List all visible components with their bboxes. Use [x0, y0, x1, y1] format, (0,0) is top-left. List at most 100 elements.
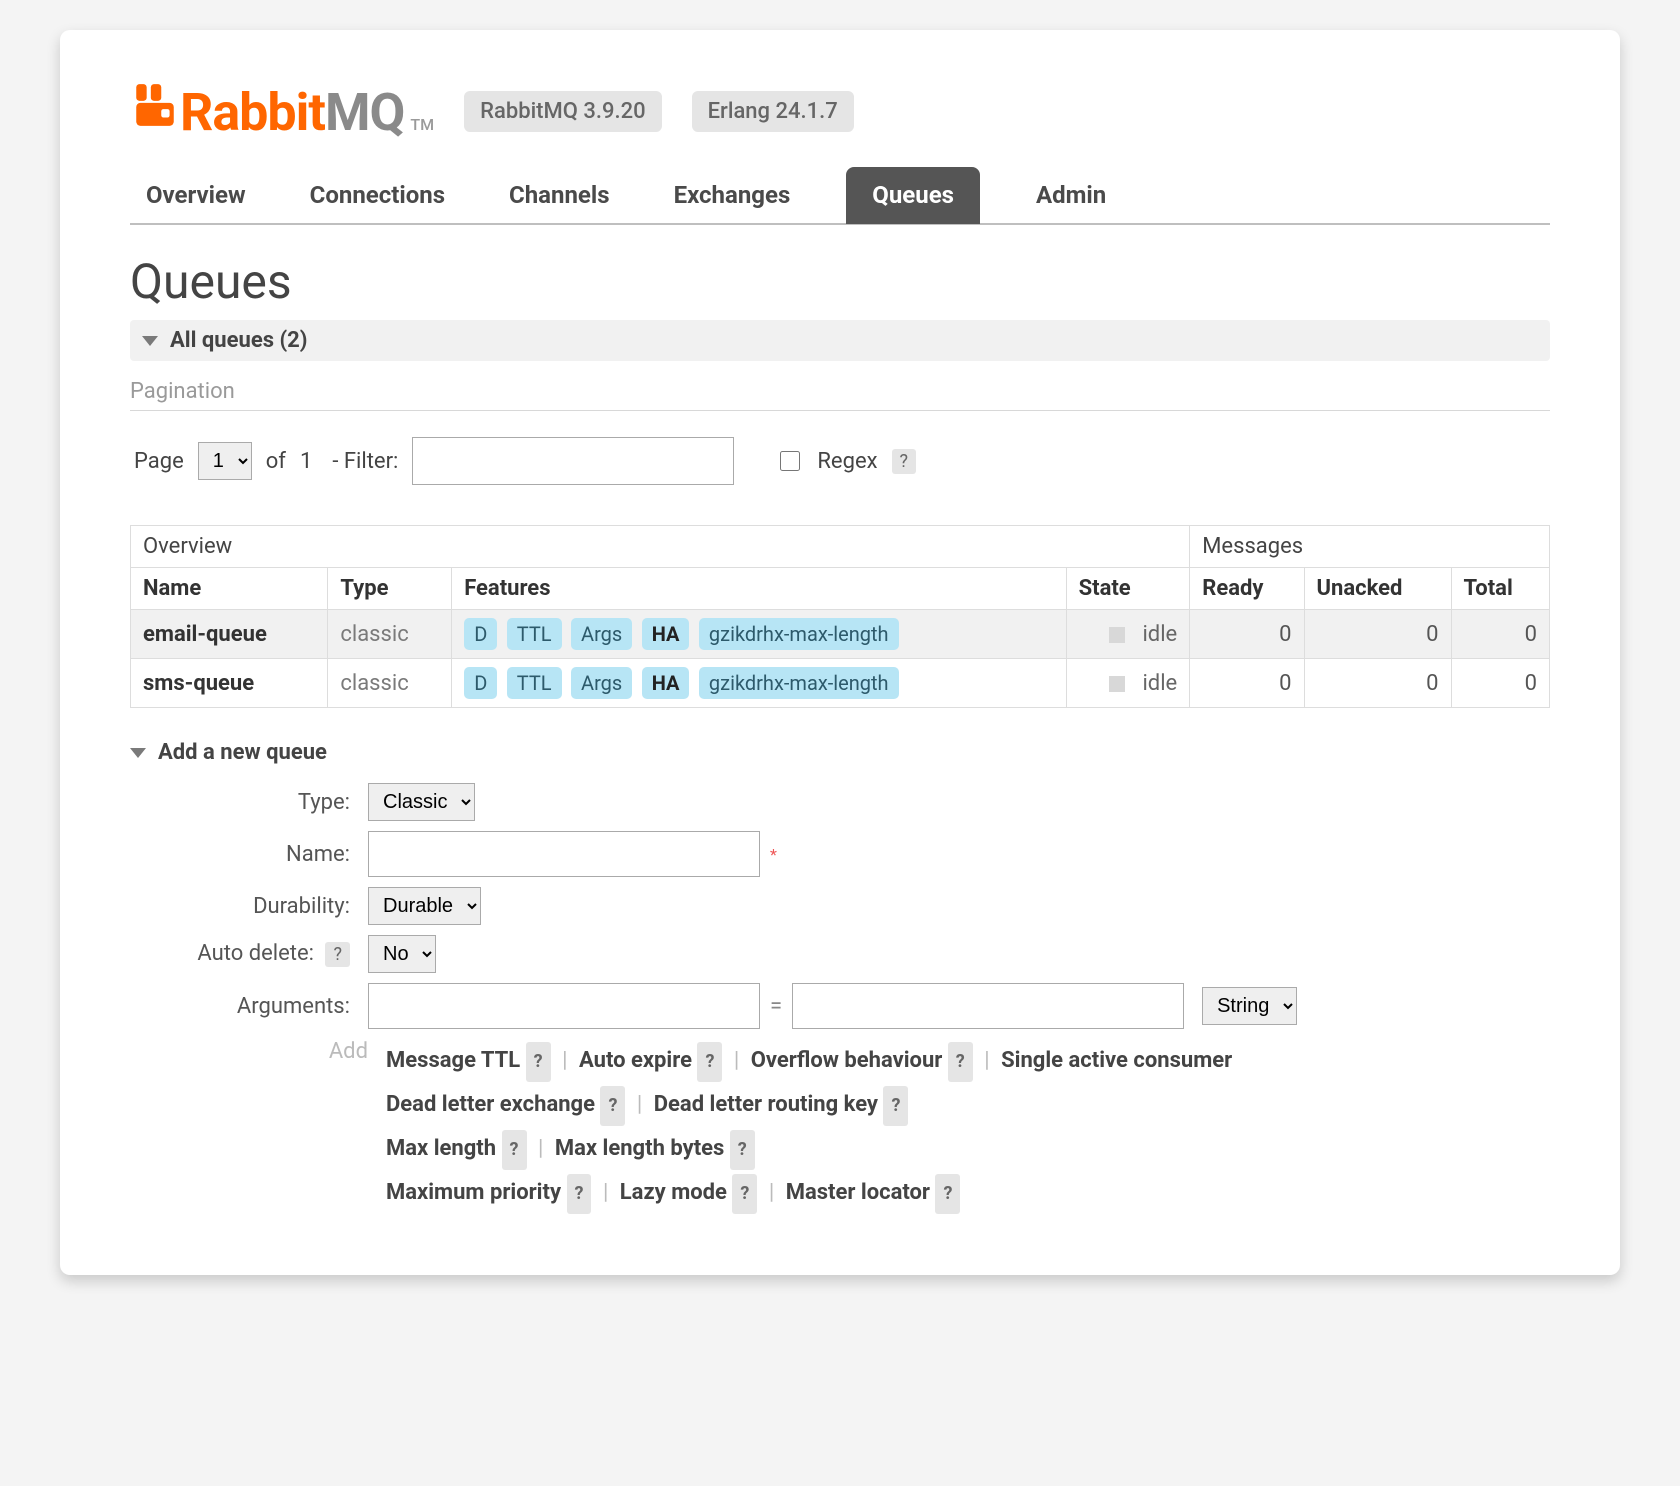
hint-dlrk[interactable]: Dead letter routing key [654, 1092, 878, 1117]
hint-overflow[interactable]: Overflow behaviour [751, 1048, 943, 1073]
name-input[interactable] [368, 831, 760, 877]
col-type[interactable]: Type [328, 568, 452, 610]
regex-label: Regex [817, 449, 877, 474]
queue-features: D TTL Args HA gzikdrhx-max-length [452, 610, 1066, 659]
hint-help[interactable]: ? [502, 1130, 527, 1170]
hint-help[interactable]: ? [697, 1042, 722, 1082]
pagination-label: Pagination [130, 361, 1550, 411]
tab-exchanges[interactable]: Exchanges [666, 167, 799, 223]
arguments-label: Arguments: [130, 994, 368, 1019]
cell-unacked: 0 [1304, 610, 1451, 659]
col-features[interactable]: Features [452, 568, 1066, 610]
name-label: Name: [130, 842, 368, 867]
logo-tm: TM [410, 115, 434, 134]
feature-ha-tag[interactable]: HA [642, 618, 690, 650]
cell-ready: 0 [1190, 610, 1304, 659]
queue-name-link[interactable]: sms-queue [143, 671, 254, 696]
hint-dlx[interactable]: Dead letter exchange [386, 1092, 595, 1117]
page-label: Page [134, 449, 184, 474]
queue-name-link[interactable]: email-queue [143, 622, 267, 647]
logo-mq: MQ [325, 82, 404, 143]
queue-state: idle [1066, 659, 1190, 708]
add-queue-header[interactable]: Add a new queue [130, 732, 1550, 773]
feature-policy-tag[interactable]: gzikdrhx-max-length [699, 618, 899, 650]
autodelete-help[interactable]: ? [325, 942, 350, 967]
feature-ttl-tag[interactable]: TTL [507, 667, 562, 699]
hint-master-locator[interactable]: Master locator [786, 1180, 930, 1205]
queue-features: D TTL Args HA gzikdrhx-max-length [452, 659, 1066, 708]
hint-message-ttl[interactable]: Message TTL [386, 1048, 520, 1073]
hint-max-length[interactable]: Max length [386, 1136, 496, 1161]
col-name[interactable]: Name [131, 568, 328, 610]
tab-channels[interactable]: Channels [501, 167, 618, 223]
hint-max-length-bytes[interactable]: Max length bytes [555, 1136, 725, 1161]
feature-ha-tag[interactable]: HA [642, 667, 690, 699]
cell-total: 0 [1451, 659, 1549, 708]
all-queues-header[interactable]: All queues (2) [130, 320, 1550, 361]
feature-d-tag[interactable]: D [464, 667, 497, 699]
feature-args-tag[interactable]: Args [571, 667, 632, 699]
argument-value-input[interactable] [792, 983, 1184, 1029]
version-chip: RabbitMQ 3.9.20 [464, 91, 661, 132]
queue-type: classic [328, 610, 452, 659]
cell-total: 0 [1451, 610, 1549, 659]
required-star-icon: * [770, 845, 777, 864]
regex-help[interactable]: ? [892, 449, 917, 474]
hint-single-active-consumer[interactable]: Single active consumer [1001, 1048, 1232, 1073]
hints-add-label: Add [130, 1039, 386, 1215]
argument-key-input[interactable] [368, 983, 760, 1029]
table-row: sms-queue classic D TTL Args HA gzikdrhx… [131, 659, 1550, 708]
hint-auto-expire[interactable]: Auto expire [579, 1048, 692, 1073]
header: RabbitMQ TM RabbitMQ 3.9.20 Erlang 24.1.… [130, 80, 1550, 143]
row-durability: Durability: Durable [130, 887, 1550, 925]
hint-help[interactable]: ? [600, 1086, 625, 1126]
feature-d-tag[interactable]: D [464, 618, 497, 650]
col-total[interactable]: Total [1451, 568, 1549, 610]
argument-equals: = [770, 994, 782, 1019]
col-state[interactable]: State [1066, 568, 1190, 610]
logo: RabbitMQ TM [130, 80, 434, 143]
autodelete-select[interactable]: No [368, 935, 436, 973]
regex-checkbox[interactable] [780, 451, 800, 471]
tab-admin[interactable]: Admin [1028, 167, 1114, 223]
pager-row: Page 1 of 1 - Filter: Regex ? [130, 437, 1550, 485]
type-select[interactable]: Classic [368, 783, 475, 821]
tab-queues[interactable]: Queues [846, 167, 980, 224]
queue-state: idle [1066, 610, 1190, 659]
logo-text: RabbitMQ [180, 82, 404, 143]
nav-tabs: Overview Connections Channels Exchanges … [130, 167, 1550, 225]
chevron-down-icon [142, 336, 158, 346]
feature-args-tag[interactable]: Args [571, 618, 632, 650]
state-indicator-icon [1109, 627, 1125, 643]
total-pages: 1 [300, 449, 312, 474]
queue-type: classic [328, 659, 452, 708]
cell-ready: 0 [1190, 659, 1304, 708]
durability-label: Durability: [130, 894, 368, 919]
add-queue-label: Add a new queue [158, 740, 327, 765]
hint-help[interactable]: ? [935, 1174, 960, 1214]
tab-overview[interactable]: Overview [138, 167, 254, 223]
argument-type-select[interactable]: String [1202, 987, 1297, 1025]
col-ready[interactable]: Ready [1190, 568, 1304, 610]
hint-help[interactable]: ? [526, 1042, 551, 1082]
hint-maximum-priority[interactable]: Maximum priority [386, 1180, 561, 1205]
argument-hints: Add Message TTL ? | Auto expire ? | Over… [130, 1039, 1550, 1215]
page-select[interactable]: 1 [198, 442, 252, 480]
durability-select[interactable]: Durable [368, 887, 481, 925]
hint-lazy-mode[interactable]: Lazy mode [620, 1180, 727, 1205]
page-title: Queues [130, 253, 1550, 310]
hint-help[interactable]: ? [883, 1086, 908, 1126]
rabbit-icon [130, 80, 180, 130]
logo-rabbit: Rabbit [180, 82, 325, 143]
feature-policy-tag[interactable]: gzikdrhx-max-length [699, 667, 899, 699]
filter-input[interactable] [412, 437, 734, 485]
hint-help[interactable]: ? [567, 1174, 592, 1214]
col-unacked[interactable]: Unacked [1304, 568, 1451, 610]
hint-help[interactable]: ? [730, 1130, 755, 1170]
page-card: RabbitMQ TM RabbitMQ 3.9.20 Erlang 24.1.… [60, 30, 1620, 1275]
feature-ttl-tag[interactable]: TTL [507, 618, 562, 650]
hint-help[interactable]: ? [732, 1174, 757, 1214]
row-type: Type: Classic [130, 783, 1550, 821]
hint-help[interactable]: ? [948, 1042, 973, 1082]
tab-connections[interactable]: Connections [302, 167, 453, 223]
